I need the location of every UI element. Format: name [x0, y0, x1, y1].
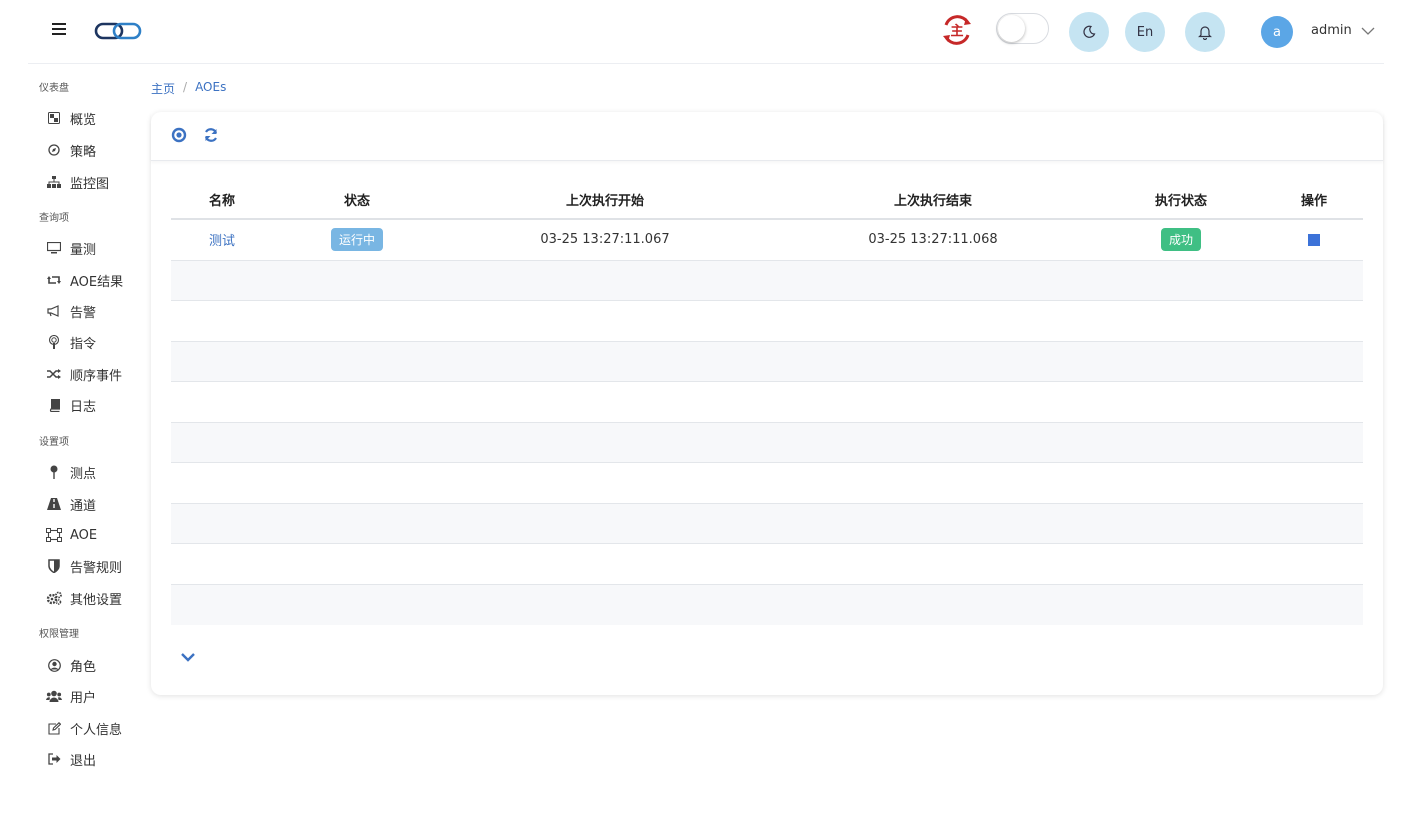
cell-actions [1265, 220, 1363, 260]
aoe-table: 名称 状态 上次执行开始 上次执行结束 执行状态 操作 测试 运行中 03-25… [171, 180, 1363, 625]
breadcrumb: 主页 / AOEs [151, 80, 226, 97]
breadcrumb-home[interactable]: 主页 [151, 80, 175, 97]
table-header: 名称 状态 上次执行开始 上次执行结束 执行状态 操作 [171, 180, 1363, 220]
section-title-dashboard: 仪表盘 [39, 83, 69, 94]
users-icon [46, 688, 62, 704]
chevron-down-icon[interactable] [1361, 26, 1375, 36]
sitemap-icon [46, 174, 62, 190]
aoe-card: 名称 状态 上次执行开始 上次执行结束 执行状态 操作 测试 运行中 03-25… [151, 112, 1383, 695]
aoe-name-link[interactable]: 测试 [209, 230, 235, 249]
sidebar-item-aoe[interactable]: AOE [46, 524, 97, 546]
sidebar-item-channels[interactable]: 通道 [46, 493, 96, 515]
podcast-icon [46, 334, 62, 350]
menu-toggle-icon[interactable] [52, 23, 66, 37]
dashboard-icon [46, 110, 62, 126]
sidebar-item-users[interactable]: 用户 [46, 685, 96, 707]
status-badge: 运行中 [330, 228, 383, 252]
avatar[interactable]: a [1261, 16, 1293, 48]
compass-icon [46, 142, 62, 158]
chevron-down-icon[interactable] [180, 651, 196, 663]
section-title-settings: 设置项 [39, 437, 69, 448]
language-label: En [1136, 24, 1154, 40]
top-bar: 主 En a admin [28, 0, 1384, 64]
sidebar-item-alarm-rules[interactable]: 告警规则 [46, 555, 122, 577]
language-button[interactable]: En [1125, 12, 1165, 52]
empty-row [171, 301, 1363, 342]
gears-icon [46, 590, 62, 606]
cell-last-start: 03-25 13:27:11.067 [540, 232, 670, 248]
pin-icon [46, 464, 62, 480]
notifications-button[interactable] [1185, 12, 1225, 52]
column-header-last-end[interactable]: 上次执行结束 [769, 180, 1097, 218]
user-circle-icon [46, 657, 62, 673]
sidebar-item-aoe-results[interactable]: AOE结果 [46, 269, 123, 291]
refresh-icon[interactable] [203, 127, 219, 143]
monitor-icon [46, 240, 62, 256]
sidebar-item-measurement[interactable]: 量测 [46, 237, 96, 259]
bell-icon [1198, 25, 1212, 40]
sidebar-item-command[interactable]: 指令 [46, 331, 96, 353]
shuffle-icon [46, 366, 62, 382]
megaphone-icon [46, 303, 62, 319]
column-header-status[interactable]: 状态 [273, 180, 441, 218]
empty-row [171, 584, 1363, 625]
record-icon[interactable] [171, 127, 187, 143]
empty-row [171, 503, 1363, 544]
sidebar-item-points[interactable]: 测点 [46, 461, 96, 483]
empty-row [171, 422, 1363, 463]
book-icon [46, 397, 62, 413]
retweet-icon [46, 272, 62, 288]
cell-last-end: 03-25 13:27:11.068 [868, 232, 998, 248]
avatar-letter: a [1273, 24, 1281, 40]
sidebar-item-roles[interactable]: 角色 [46, 654, 96, 676]
breadcrumb-separator: / [183, 80, 188, 94]
toggle-knob [998, 15, 1025, 42]
empty-row [171, 341, 1363, 382]
moon-icon [1083, 25, 1096, 38]
sidebar-item-sequence-events[interactable]: 顺序事件 [46, 363, 122, 385]
username[interactable]: admin [1311, 23, 1352, 38]
shield-icon [46, 558, 62, 574]
empty-row [171, 260, 1363, 301]
sidebar-item-monitor-graph[interactable]: 监控图 [46, 171, 109, 193]
column-header-actions: 操作 [1300, 193, 1327, 209]
empty-row [171, 463, 1363, 504]
mode-toggle[interactable] [996, 13, 1049, 44]
sidebar-item-alarm[interactable]: 告警 [46, 300, 96, 322]
breadcrumb-current[interactable]: AOEs [195, 80, 226, 97]
cell-name: 测试 [171, 220, 273, 260]
column-header-last-start[interactable]: 上次执行开始 [441, 180, 769, 218]
logo-icon [94, 22, 142, 40]
empty-row [171, 544, 1363, 585]
empty-row [171, 382, 1363, 423]
section-title-query: 查询项 [39, 213, 69, 224]
dark-mode-button[interactable] [1069, 12, 1109, 52]
sidebar-item-other-settings[interactable]: 其他设置 [46, 587, 122, 609]
svg-text:主: 主 [950, 23, 963, 39]
road-icon [46, 496, 62, 512]
sidebar-item-logout[interactable]: 退出 [46, 748, 96, 770]
cell-status: 运行中 [273, 220, 441, 260]
sidebar-item-profile[interactable]: 个人信息 [46, 717, 122, 739]
vector-square-icon [46, 527, 62, 543]
stop-button[interactable] [1308, 233, 1320, 246]
exec-status-badge: 成功 [1160, 228, 1201, 252]
column-header-name[interactable]: 名称 [171, 180, 273, 218]
column-header-exec-status[interactable]: 执行状态 [1097, 180, 1265, 218]
table-row: 测试 运行中 03-25 13:27:11.067 03-25 13:27:11… [171, 220, 1363, 261]
sign-out-icon [46, 751, 62, 767]
section-title-permissions: 权限管理 [39, 629, 79, 640]
sidebar-item-strategy[interactable]: 策略 [46, 139, 96, 161]
edit-icon [46, 720, 62, 736]
sidebar-item-overview[interactable]: 概览 [46, 107, 96, 129]
card-toolbar [151, 112, 1383, 161]
master-status-icon[interactable]: 主 [940, 13, 974, 47]
sidebar-item-log[interactable]: 日志 [46, 394, 96, 416]
cell-exec-status: 成功 [1097, 220, 1265, 260]
